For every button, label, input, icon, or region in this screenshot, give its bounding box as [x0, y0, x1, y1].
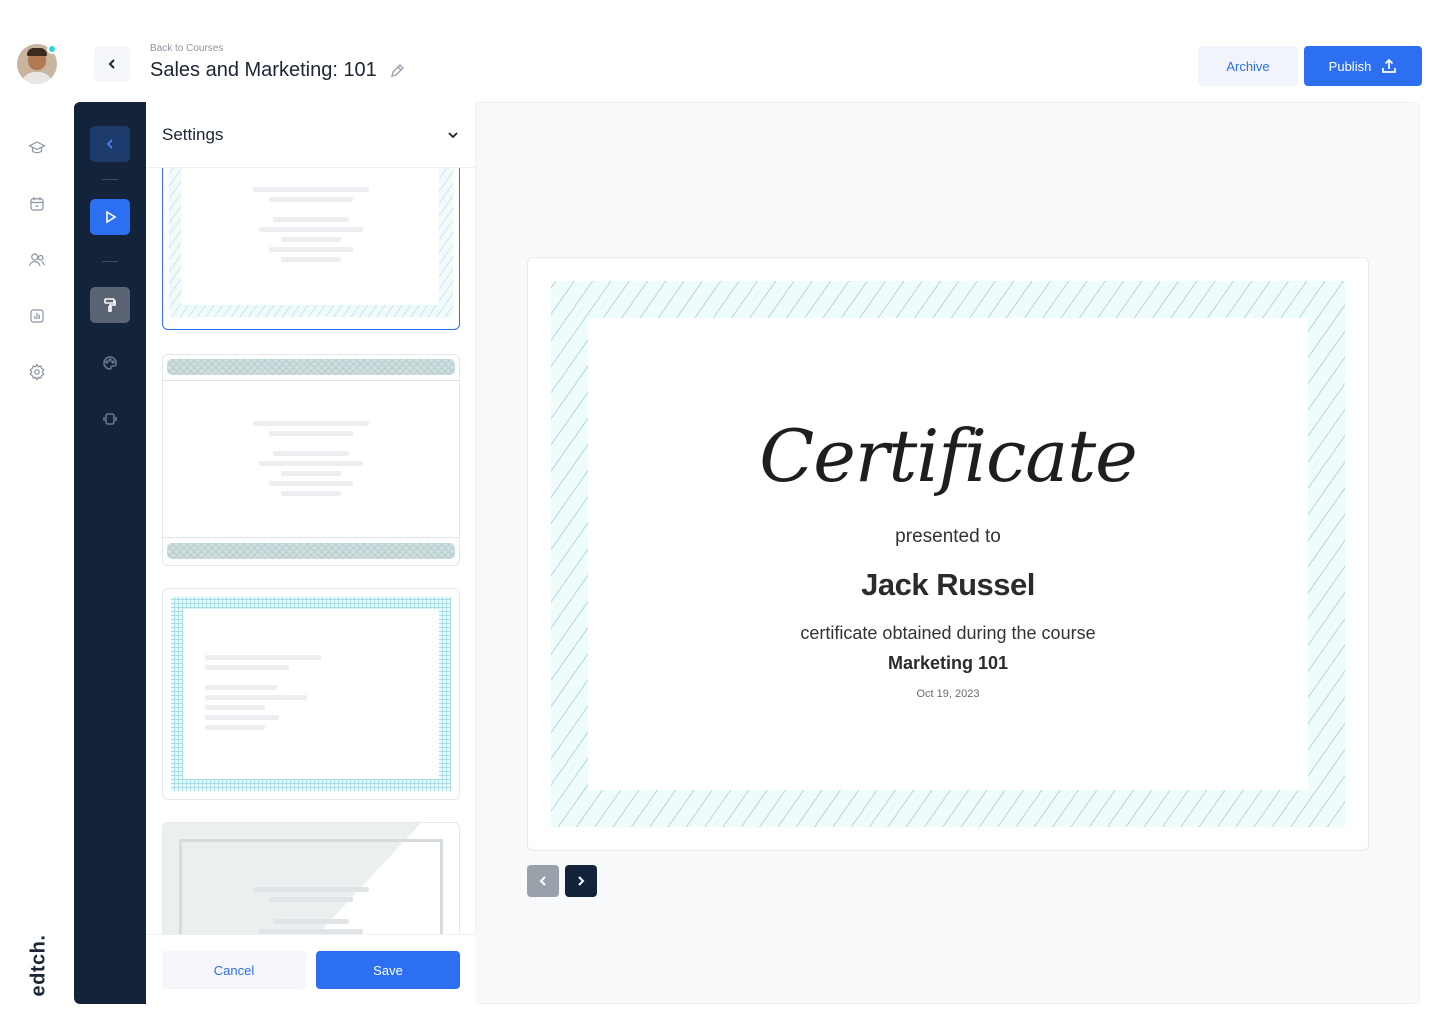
calendar-icon[interactable]: [27, 194, 47, 214]
publish-button-label: Publish: [1328, 58, 1372, 74]
placeholder-line: [273, 217, 349, 222]
chevron-right-icon: [578, 876, 585, 886]
placeholder-line: [269, 431, 353, 436]
pencil-icon[interactable]: [389, 63, 405, 79]
placeholder-line: [269, 897, 353, 902]
settings-title: Settings: [162, 124, 224, 144]
app-rail: edtch.: [0, 0, 74, 1024]
placeholder-line: [259, 227, 363, 232]
play-icon: [106, 210, 117, 224]
palette-icon: [103, 356, 117, 370]
save-button[interactable]: Save: [316, 951, 460, 989]
certificate-card: Certificate presented to Jack Russel cer…: [527, 257, 1369, 851]
chevron-left-icon: [106, 139, 113, 149]
publish-button[interactable]: Publish: [1304, 46, 1422, 86]
strip-divider: [102, 179, 118, 180]
placeholder-line: [269, 197, 353, 202]
placeholder-line: [205, 685, 277, 690]
template-inner: [183, 609, 439, 779]
users-icon[interactable]: [27, 250, 47, 270]
placeholder-line: [205, 705, 265, 710]
play-tool-button[interactable]: [90, 199, 130, 235]
obtained-text: certificate obtained during the course: [800, 623, 1096, 643]
presented-to-text: presented to: [895, 526, 1001, 547]
design-tool-button[interactable]: [90, 287, 130, 323]
placeholder-line: [253, 887, 369, 892]
placeholder-line: [269, 247, 353, 252]
settings-footer: Cancel Save: [146, 934, 476, 1004]
rotate-icon: [103, 413, 117, 425]
template-divider: [163, 380, 459, 381]
template-thumbnail-3[interactable]: [162, 588, 460, 800]
archive-button[interactable]: Archive: [1198, 46, 1298, 86]
avatar-hair: [27, 48, 47, 56]
gear-icon[interactable]: [27, 362, 47, 382]
placeholder-line: [253, 187, 369, 192]
placeholder-line: [281, 237, 341, 242]
chevron-down-icon[interactable]: [446, 128, 460, 142]
brand-logo: edtch.: [12, 930, 64, 997]
certificate-preview: Certificate presented to Jack Russel cer…: [476, 102, 1420, 1004]
editor-tool-strip: [74, 102, 146, 1004]
chevron-left-icon: [539, 876, 546, 886]
template-thumbnail-2[interactable]: [162, 354, 460, 566]
page-title: Sales and Marketing: 101: [150, 59, 405, 82]
palette-tool-button[interactable]: [90, 345, 130, 381]
template-thumbnail-4[interactable]: [162, 822, 460, 934]
chevron-left-icon: [108, 59, 115, 69]
placeholder-line: [205, 655, 321, 660]
placeholder-line: [281, 491, 341, 496]
recipient-name: Jack Russel: [861, 567, 1035, 602]
previous-template-button[interactable]: [527, 865, 559, 897]
certificate-frame: Certificate presented to Jack Russel cer…: [551, 281, 1345, 827]
template-list[interactable]: [146, 168, 476, 934]
template-thumbnail-1[interactable]: [162, 168, 460, 330]
placeholder-line: [269, 481, 353, 486]
template-top-band: [167, 359, 455, 375]
placeholder-line: [253, 421, 369, 426]
template-divider: [163, 537, 459, 538]
graduation-cap-icon[interactable]: [27, 138, 47, 158]
placeholder-line: [205, 715, 279, 720]
back-button[interactable]: [94, 46, 130, 82]
upload-icon: [1382, 58, 1397, 73]
online-status-dot: [47, 44, 57, 54]
brand-logo-text: edtch.: [27, 934, 50, 997]
avatar-body: [21, 72, 53, 84]
collapse-panel-button[interactable]: [90, 126, 130, 162]
placeholder-line: [273, 451, 349, 456]
placeholder-line: [205, 695, 307, 700]
chart-icon[interactable]: [27, 306, 47, 326]
template-bottom-band: [167, 543, 455, 559]
breadcrumb[interactable]: Back to Courses: [150, 43, 223, 54]
paint-roller-icon: [104, 298, 116, 312]
cancel-button[interactable]: Cancel: [162, 951, 306, 989]
certificate-script-title: Certificate: [759, 414, 1138, 498]
course-name: Marketing 101: [887, 653, 1009, 673]
placeholder-line: [205, 665, 289, 670]
placeholder-line: [281, 471, 341, 476]
placeholder-line: [273, 919, 349, 924]
certificate-content: Certificate presented to Jack Russel cer…: [588, 318, 1308, 790]
next-template-button[interactable]: [565, 865, 597, 897]
placeholder-line: [205, 725, 265, 730]
rotate-tool-button[interactable]: [90, 401, 130, 437]
settings-header[interactable]: Settings: [146, 102, 476, 168]
strip-divider: [102, 261, 118, 262]
certificate-date: Oct 19, 2023: [916, 688, 980, 700]
placeholder-line: [281, 257, 341, 262]
page-title-text: Sales and Marketing: 101: [150, 59, 377, 81]
placeholder-line: [259, 461, 363, 466]
settings-panel: Settings Cancel Save: [146, 102, 476, 1004]
